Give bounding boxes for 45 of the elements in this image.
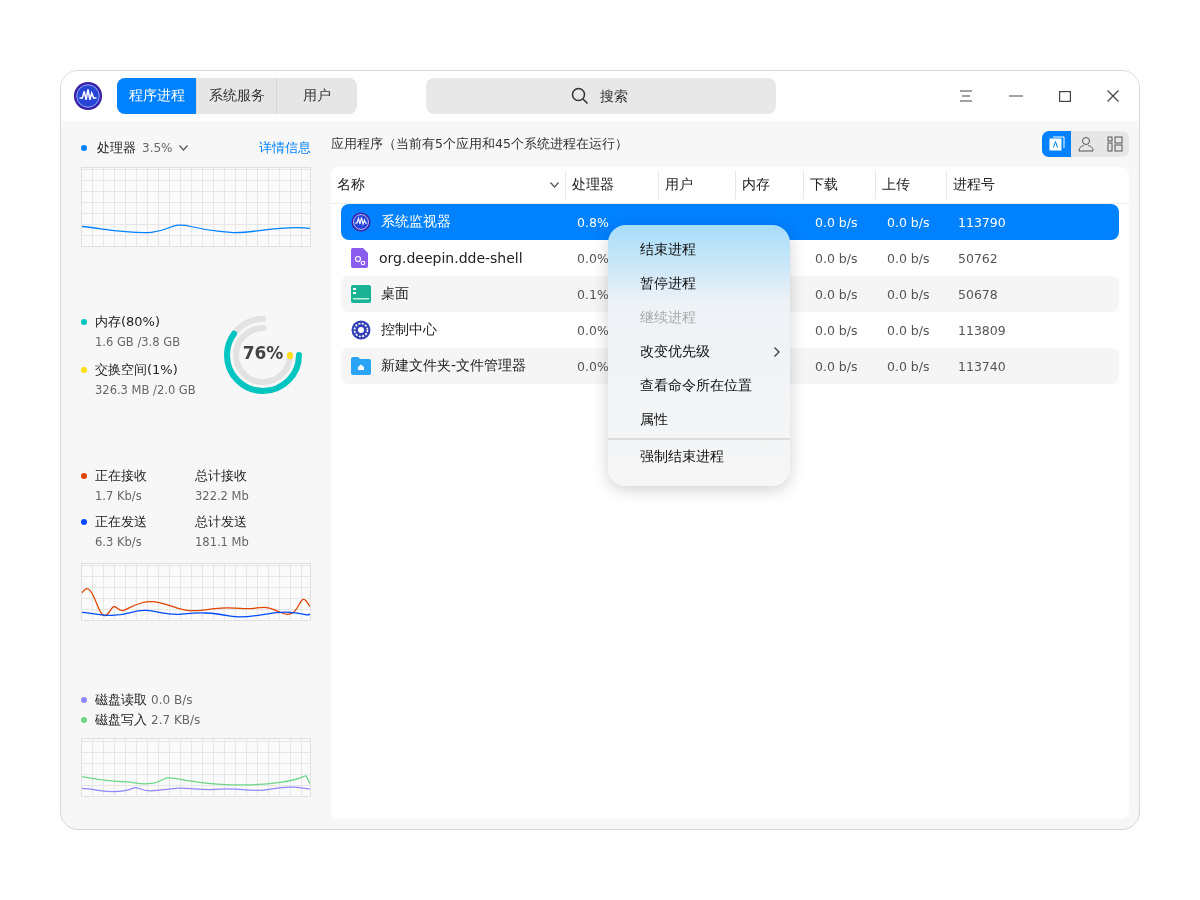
- upload-cell: 0.0 b/s: [887, 214, 930, 230]
- memory-label: 内存(80%): [95, 313, 161, 331]
- process-name: 桌面: [381, 285, 409, 303]
- pid-cell: 50762: [958, 250, 998, 266]
- disk-label: 磁盘读取: [95, 691, 147, 709]
- gauge-percent: 76%: [241, 343, 285, 363]
- cpu-value: 3.5%: [142, 141, 173, 155]
- network-value: 6.3 Kb/s: [94, 535, 143, 549]
- disk-value: 0.0 B/s: [151, 693, 193, 707]
- download-cell: 0.0 b/s: [815, 214, 858, 230]
- download-cell: 0.0 b/s: [815, 286, 858, 302]
- disk-value: 2.7 KB/s: [151, 713, 201, 727]
- cpu-label: 处理器: [97, 139, 136, 157]
- pid-cell: 113790: [958, 214, 1006, 230]
- process-name: 系统监视器: [381, 213, 451, 231]
- cpu-cell: 0.0%: [577, 322, 609, 338]
- process-name: org.deepin.dde-shell: [379, 250, 523, 266]
- upload-cell: 0.0 b/s: [887, 286, 930, 302]
- cpu-cell: 0.0%: [577, 358, 609, 374]
- network-label: 正在接收: [95, 467, 147, 485]
- memory-detail: 326.3 MB /2.0 GB: [94, 383, 197, 397]
- process-name: 新建文件夹-文件管理器: [381, 357, 527, 375]
- network-label: 正在发送: [95, 513, 147, 531]
- process-name: 控制中心: [381, 321, 437, 339]
- memory-label: 交换空间(1%): [95, 361, 178, 379]
- disk-label: 磁盘写入: [95, 711, 147, 729]
- pid-cell: 113740: [958, 358, 1006, 374]
- upload-cell: 0.0 b/s: [887, 250, 930, 266]
- pid-cell: 113809: [958, 322, 1006, 338]
- network-total-value: 322.2 Mb: [195, 489, 250, 503]
- upload-cell: 0.0 b/s: [887, 358, 930, 374]
- upload-cell: 0.0 b/s: [887, 322, 930, 338]
- download-cell: 0.0 b/s: [815, 322, 858, 338]
- network-value: 1.7 Kb/s: [94, 489, 143, 503]
- download-cell: 0.0 b/s: [815, 358, 858, 374]
- memory-detail: 1.6 GB /3.8 GB: [94, 335, 182, 349]
- cpu-cell: 0.0%: [577, 250, 609, 266]
- pid-cell: 50678: [958, 286, 998, 302]
- network-total-label: 总计发送: [195, 513, 248, 531]
- download-cell: 0.0 b/s: [815, 250, 858, 266]
- cpu-cell: 0.1%: [577, 286, 609, 302]
- network-total-value: 181.1 Mb: [195, 535, 250, 549]
- section-title: 应用程序（当前有5个应用和45个系统进程在运行）: [331, 135, 628, 153]
- network-total-label: 总计接收: [195, 467, 248, 485]
- cpu-cell: 0.8%: [577, 214, 609, 230]
